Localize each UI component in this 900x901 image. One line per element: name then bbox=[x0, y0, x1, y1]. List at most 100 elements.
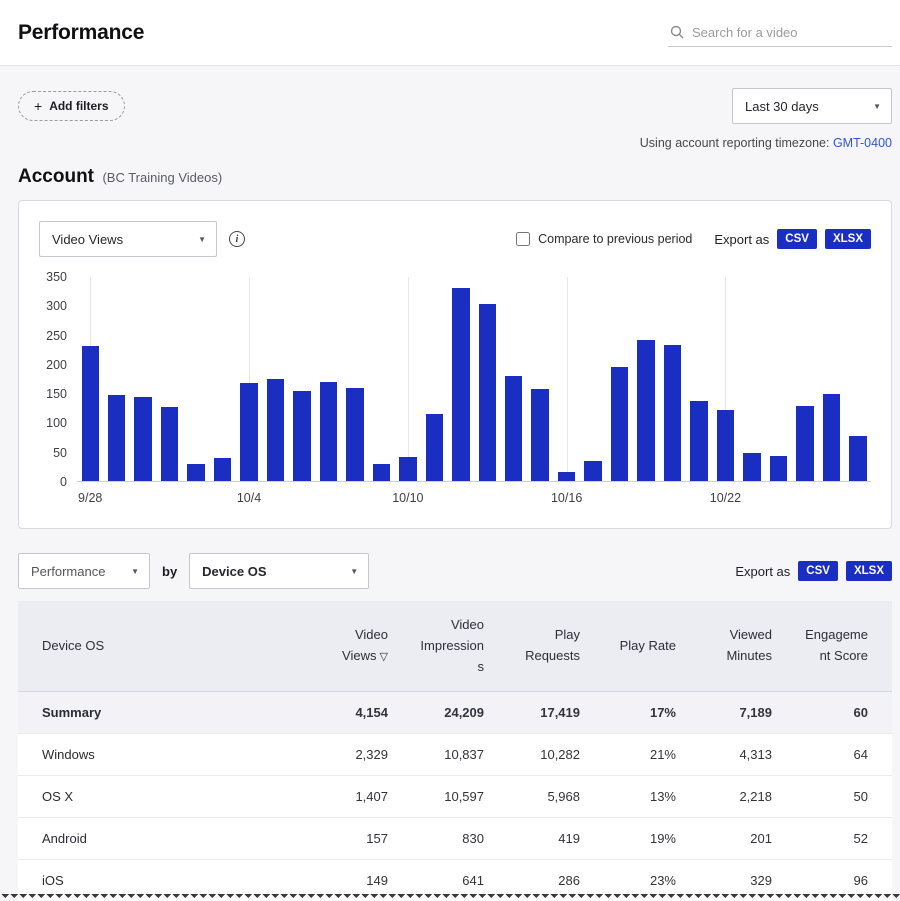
table-export-csv-button[interactable]: CSV bbox=[798, 561, 838, 581]
row-label: OS X bbox=[18, 775, 292, 818]
bar bbox=[372, 463, 391, 481]
breakdown-controls: Performance ▼ by Device OS ▼ Export as C… bbox=[18, 553, 892, 589]
bar-slot bbox=[103, 277, 129, 481]
y-tick-label: 50 bbox=[53, 445, 67, 460]
toolbar-row: + Add filters Last 30 days ▼ bbox=[18, 66, 892, 124]
table-row[interactable]: OS X 1,407 10,597 5,968 13% 2,218 50 bbox=[18, 775, 892, 818]
bar bbox=[319, 381, 338, 481]
cell-value: 24,209 bbox=[388, 691, 484, 734]
chart-plot-column: 9/28 10/4 10/10 10/16 10/22 bbox=[77, 277, 871, 508]
table-row[interactable]: Android 157 830 419 19% 201 52 bbox=[18, 817, 892, 860]
timezone-link[interactable]: GMT-0400 bbox=[833, 136, 892, 150]
y-tick-label: 150 bbox=[46, 387, 67, 402]
add-filters-button[interactable]: + Add filters bbox=[18, 91, 125, 121]
cell-value: 10,597 bbox=[388, 775, 484, 818]
row-label: Android bbox=[18, 817, 292, 860]
bar bbox=[557, 472, 576, 481]
bar bbox=[822, 393, 841, 481]
report-type-value: Performance bbox=[31, 563, 106, 579]
bar-slot bbox=[553, 277, 579, 481]
bar bbox=[743, 453, 761, 481]
sort-indicator-icon: ▽ bbox=[376, 651, 388, 664]
cell-value: 50 bbox=[772, 775, 892, 818]
cell-value: 10,282 bbox=[484, 733, 580, 776]
table-export-xlsx-button[interactable]: XLSX bbox=[845, 561, 892, 581]
bar-slot bbox=[236, 277, 262, 481]
column-header[interactable]: Viewed Minutes bbox=[676, 601, 772, 693]
add-filters-label: Add filters bbox=[49, 99, 109, 113]
bar bbox=[240, 383, 258, 481]
column-header[interactable]: Video Views ▽ bbox=[292, 601, 388, 693]
bar-slot bbox=[421, 277, 447, 481]
chart-bars bbox=[77, 277, 871, 481]
column-header[interactable]: Device OS bbox=[18, 601, 292, 693]
bar bbox=[478, 304, 496, 481]
x-tick-label: 9/28 bbox=[78, 491, 103, 505]
analytics-app: Performance + Add filters Last 30 days ▼ bbox=[0, 0, 900, 901]
info-icon[interactable]: i bbox=[229, 231, 245, 247]
cell-value: 157 bbox=[292, 817, 388, 860]
bar-slot bbox=[130, 277, 156, 481]
bar bbox=[399, 456, 417, 481]
dimension-value: Device OS bbox=[202, 563, 267, 579]
report-type-select[interactable]: Performance ▼ bbox=[18, 553, 150, 589]
row-label: Windows bbox=[18, 733, 292, 776]
dimension-select[interactable]: Device OS ▼ bbox=[189, 553, 370, 589]
bar-slot bbox=[633, 277, 659, 481]
column-header[interactable]: Video Impressions bbox=[388, 601, 484, 693]
bar-slot bbox=[765, 277, 791, 481]
date-range-value: Last 30 days bbox=[745, 98, 819, 114]
bar-slot bbox=[580, 277, 606, 481]
row-label: Summary bbox=[18, 691, 292, 734]
metric-cluster: Video Views ▼ i bbox=[39, 221, 245, 257]
x-tick-label: 10/16 bbox=[550, 491, 583, 505]
bar-slot bbox=[289, 277, 315, 481]
table-row[interactable]: Summary 4,154 24,209 17,419 17% 7,189 60 bbox=[18, 691, 892, 734]
bar-slot bbox=[156, 277, 182, 481]
bar-slot bbox=[315, 277, 341, 481]
export-csv-button[interactable]: CSV bbox=[777, 229, 817, 249]
chevron-down-icon: ▼ bbox=[198, 234, 206, 244]
y-tick-label: 0 bbox=[60, 475, 67, 489]
cell-value: 17,419 bbox=[484, 691, 580, 734]
export-xlsx-button[interactable]: XLSX bbox=[824, 229, 871, 249]
x-tick-label: 10/22 bbox=[709, 491, 742, 505]
table-row[interactable]: iOS 149 641 286 23% 329 96 bbox=[18, 859, 892, 901]
bar bbox=[266, 379, 285, 481]
compare-checkbox[interactable] bbox=[516, 232, 531, 246]
timezone-note: Using account reporting timezone: GMT-04… bbox=[18, 136, 892, 150]
bar bbox=[690, 400, 708, 481]
cell-value: 96 bbox=[772, 859, 892, 901]
bar bbox=[134, 397, 152, 481]
bar-slot bbox=[659, 277, 685, 481]
cell-value: 641 bbox=[388, 859, 484, 901]
cell-value: 149 bbox=[292, 859, 388, 901]
table-export-cluster: Export as CSV XLSX bbox=[735, 561, 892, 581]
timezone-label: Using account reporting timezone: bbox=[639, 136, 830, 150]
bar-slot bbox=[792, 277, 818, 481]
bar bbox=[584, 460, 602, 481]
bar bbox=[187, 463, 205, 481]
video-search[interactable] bbox=[668, 19, 892, 47]
y-tick-label: 100 bbox=[46, 416, 67, 431]
cell-value: 2,329 bbox=[292, 733, 388, 776]
bar bbox=[769, 455, 788, 481]
cell-value: 830 bbox=[388, 817, 484, 860]
chevron-down-icon: ▼ bbox=[873, 101, 881, 111]
bar bbox=[505, 376, 523, 481]
app-header: Performance bbox=[0, 0, 900, 66]
date-range-select[interactable]: Last 30 days ▼ bbox=[732, 88, 892, 124]
cell-value: 2,218 bbox=[676, 775, 772, 818]
metric-select[interactable]: Video Views ▼ bbox=[39, 221, 217, 257]
column-header[interactable]: Play Rate bbox=[580, 601, 676, 693]
chevron-down-icon: ▼ bbox=[350, 566, 359, 576]
bar bbox=[160, 406, 179, 481]
column-header[interactable]: Play Requests bbox=[484, 601, 580, 693]
account-subtitle: (BC Training Videos) bbox=[102, 170, 223, 185]
column-header[interactable]: Engagement Score bbox=[772, 601, 892, 693]
bar bbox=[796, 406, 814, 481]
search-input[interactable] bbox=[692, 24, 890, 40]
table-row[interactable]: Windows 2,329 10,837 10,282 21% 4,313 64 bbox=[18, 733, 892, 776]
bar-slot bbox=[342, 277, 368, 481]
x-tick-label: 10/4 bbox=[236, 491, 262, 505]
